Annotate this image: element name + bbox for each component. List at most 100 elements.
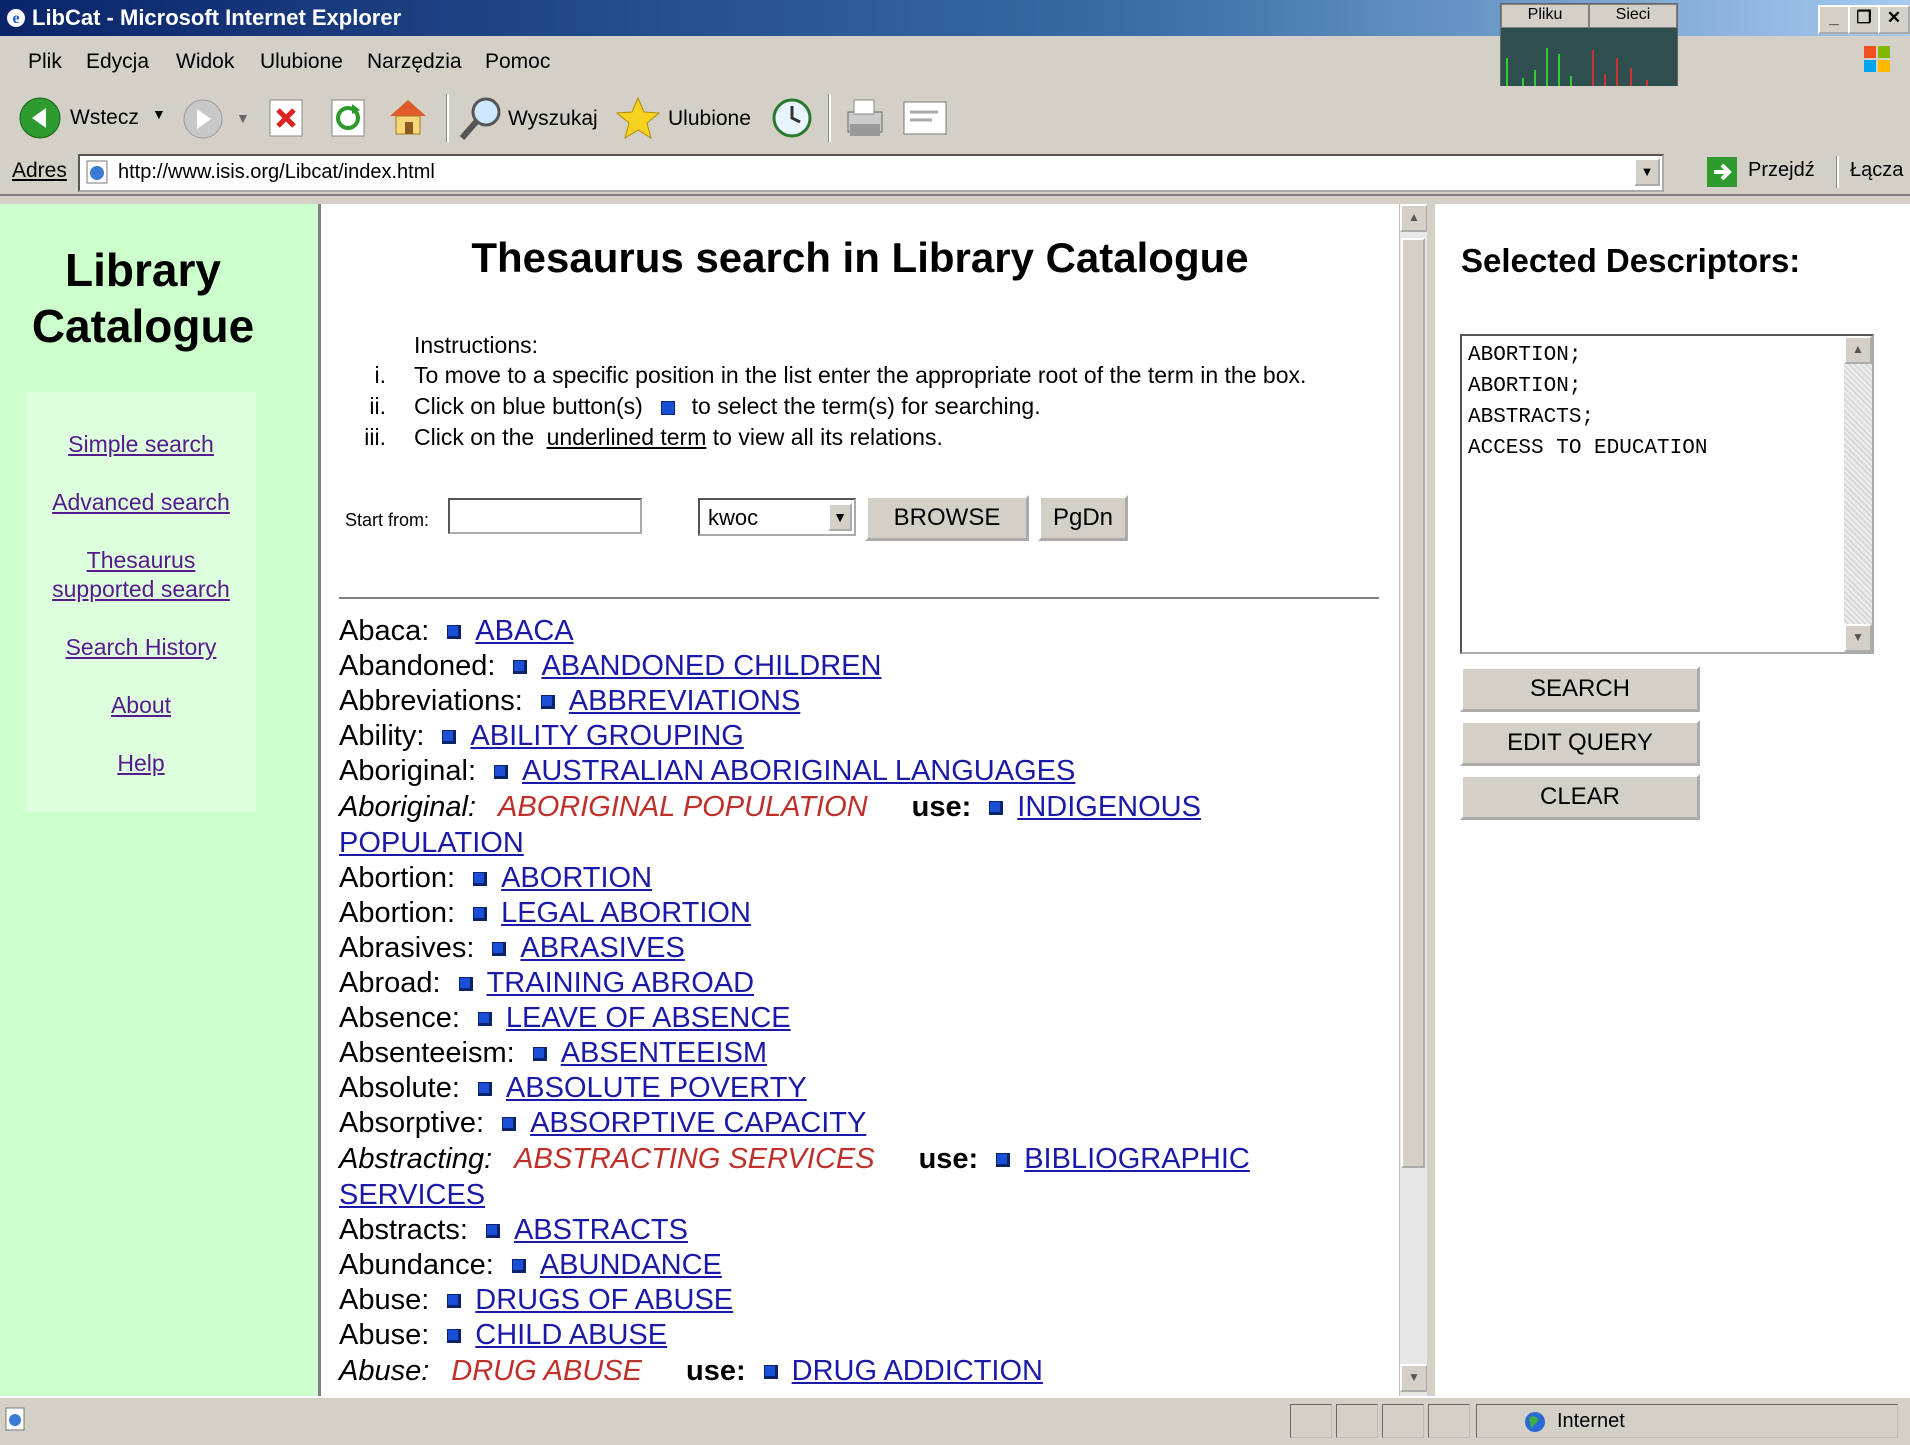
select-term-button[interactable] <box>473 907 488 922</box>
forward-dropdown-icon[interactable]: ▼ <box>236 110 250 126</box>
mail-icon[interactable] <box>842 94 886 142</box>
netmon-label-network: Sieci <box>1589 4 1677 28</box>
term-link[interactable]: BIBLIOGRAPHIC <box>1024 1143 1250 1175</box>
term-link[interactable]: DRUG ADDICTION <box>792 1355 1043 1387</box>
term-entry-continuation: POPULATION <box>339 826 1389 861</box>
term-link[interactable]: SERVICES <box>339 1179 485 1211</box>
search-button[interactable]: Wyszukaj <box>458 94 608 142</box>
back-button[interactable]: Wstecz ▼ <box>18 96 178 140</box>
clear-button[interactable]: CLEAR <box>1460 774 1700 820</box>
menu-narzedzia[interactable]: Narzędzia <box>367 50 462 74</box>
select-term-button[interactable] <box>494 765 509 780</box>
term-key: Aboriginal: <box>339 755 477 787</box>
term-link[interactable]: CHILD ABUSE <box>475 1319 667 1351</box>
content-scrollbar[interactable]: ▲ ▼ <box>1399 204 1428 1396</box>
chevron-down-icon[interactable]: ▼ <box>828 503 852 531</box>
menu-plik[interactable]: Plik <box>28 50 62 74</box>
scroll-up-icon[interactable]: ▲ <box>1400 204 1428 232</box>
index-select[interactable]: kwoc ▼ <box>698 498 856 536</box>
select-term-button[interactable] <box>442 730 457 745</box>
history-icon[interactable] <box>770 96 814 140</box>
term-link[interactable]: INDIGENOUS <box>1017 791 1201 823</box>
select-term-button[interactable] <box>458 977 473 992</box>
term-link[interactable]: ABORTION <box>501 862 652 894</box>
select-term-button[interactable] <box>477 1012 492 1027</box>
term-link[interactable]: DRUGS OF ABUSE <box>475 1284 733 1316</box>
select-term-button[interactable] <box>996 1153 1011 1168</box>
menu-pomoc[interactable]: Pomoc <box>485 50 550 74</box>
term-link[interactable]: ABANDONED CHILDREN <box>541 650 881 682</box>
term-key: Ability: <box>339 720 425 752</box>
links-label[interactable]: Łącza <box>1850 159 1903 182</box>
term-link[interactable]: ABSOLUTE POVERTY <box>506 1072 807 1104</box>
select-term-button[interactable] <box>477 1082 492 1097</box>
select-term-button[interactable] <box>511 1259 526 1274</box>
navigation-frame: Library Catalogue Simple search Advanced… <box>0 204 321 1396</box>
scroll-thumb[interactable] <box>1401 238 1425 1168</box>
nav-about[interactable]: About <box>26 691 256 720</box>
term-link[interactable]: ABACA <box>475 615 573 647</box>
select-term-button[interactable] <box>502 1117 517 1132</box>
select-term-button[interactable] <box>485 1224 500 1239</box>
address-dropdown-icon[interactable]: ▼ <box>1634 158 1660 186</box>
forward-button[interactable] <box>182 98 224 140</box>
term-link[interactable]: TRAINING ABROAD <box>487 967 755 999</box>
term-link[interactable]: LEAVE OF ABSENCE <box>506 1002 791 1034</box>
select-term-button[interactable] <box>540 695 555 710</box>
term-link[interactable]: ABSORPTIVE CAPACITY <box>530 1107 866 1139</box>
term-link[interactable]: AUSTRALIAN ABORIGINAL LANGUAGES <box>522 755 1075 787</box>
search-button[interactable]: SEARCH <box>1460 666 1700 712</box>
select-term-button[interactable] <box>473 872 488 887</box>
close-button[interactable]: ✕ <box>1878 5 1910 34</box>
select-term-button[interactable] <box>513 660 528 675</box>
scroll-down-icon[interactable]: ▼ <box>1844 624 1872 652</box>
home-icon[interactable] <box>386 94 430 138</box>
term-entry: Ability: ABILITY GROUPING <box>339 719 1389 754</box>
go-button[interactable]: Przejdź <box>1706 154 1816 190</box>
menu-ulubione[interactable]: Ulubione <box>260 50 343 74</box>
stop-icon[interactable] <box>268 98 304 138</box>
network-monitor: Pliku Sieci <box>1500 3 1678 89</box>
select-term-button[interactable] <box>492 942 507 957</box>
select-term-button[interactable] <box>447 1294 462 1309</box>
term-link[interactable]: ABRASIVES <box>520 932 684 964</box>
term-link[interactable]: ABUNDANCE <box>540 1249 722 1281</box>
start-from-input[interactable] <box>448 498 642 534</box>
nav-thesaurus-line1[interactable]: Thesaurus <box>26 546 256 575</box>
descriptors-textarea[interactable]: ABORTION; ABORTION; ABSTRACTS; ACCESS TO… <box>1460 334 1874 654</box>
select-term-button[interactable] <box>989 801 1004 816</box>
select-term-button[interactable] <box>447 1329 462 1344</box>
nav-search-history[interactable]: Search History <box>26 633 256 662</box>
back-label: Wstecz <box>70 106 139 129</box>
library-title: Library Catalogue <box>0 242 286 354</box>
nav-help[interactable]: Help <box>26 749 256 778</box>
term-link[interactable]: ABSENTEEISM <box>561 1037 767 1069</box>
descriptors-scrollbar[interactable]: ▲ ▼ <box>1844 336 1872 652</box>
scroll-down-icon[interactable]: ▼ <box>1400 1364 1428 1392</box>
minimize-button[interactable]: _ <box>1818 5 1850 34</box>
term-link[interactable]: ABILITY GROUPING <box>470 720 743 752</box>
select-term-button[interactable] <box>532 1047 547 1062</box>
select-term-button[interactable] <box>447 625 462 640</box>
nav-advanced-search[interactable]: Advanced search <box>26 488 256 517</box>
term-link[interactable]: POPULATION <box>339 827 524 859</box>
menu-widok[interactable]: Widok <box>176 50 234 74</box>
edit-query-button[interactable]: EDIT QUERY <box>1460 720 1700 766</box>
term-link[interactable]: ABBREVIATIONS <box>569 685 801 717</box>
term-link[interactable]: LEGAL ABORTION <box>501 897 751 929</box>
favorites-button[interactable]: Ulubione <box>616 94 756 142</box>
nav-thesaurus-line2[interactable]: supported search <box>26 575 256 604</box>
address-input[interactable]: http://www.isis.org/Libcat/index.html ▼ <box>78 154 1664 192</box>
refresh-icon[interactable] <box>330 98 366 138</box>
term-link[interactable]: ABSTRACTS <box>514 1214 688 1246</box>
instruction-number: i. <box>374 362 387 388</box>
nav-simple-search[interactable]: Simple search <box>26 430 256 459</box>
restore-button[interactable]: ❐ <box>1848 5 1880 34</box>
menu-edycja[interactable]: Edycja <box>86 50 149 74</box>
browse-button[interactable]: BROWSE <box>865 495 1029 541</box>
pgdn-button[interactable]: PgDn <box>1038 495 1128 541</box>
scroll-up-icon[interactable]: ▲ <box>1844 336 1872 364</box>
select-term-button[interactable] <box>763 1365 778 1380</box>
print-icon[interactable] <box>902 98 948 138</box>
back-dropdown-icon[interactable]: ▼ <box>152 106 166 122</box>
